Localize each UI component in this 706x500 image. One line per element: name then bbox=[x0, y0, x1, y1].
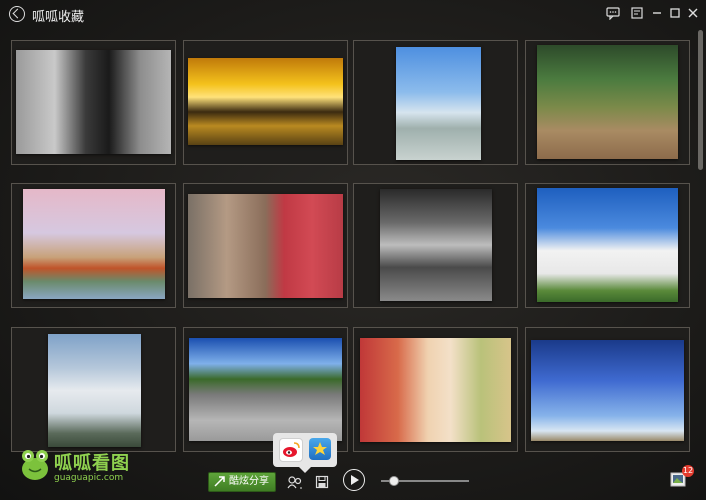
photo-tile[interactable] bbox=[183, 40, 348, 165]
people-icon[interactable] bbox=[287, 474, 302, 489]
photo-thumbnail bbox=[380, 189, 492, 301]
share-icon bbox=[214, 476, 225, 487]
photo-thumbnail bbox=[16, 50, 171, 154]
photo-tile[interactable] bbox=[353, 40, 518, 165]
photo-thumbnail bbox=[48, 334, 141, 447]
share-button-label: 酷炫分享 bbox=[229, 476, 269, 487]
photo-tile[interactable] bbox=[11, 327, 176, 452]
frog-icon bbox=[22, 450, 48, 480]
scrollbar[interactable] bbox=[698, 30, 703, 170]
photo-tile[interactable] bbox=[183, 183, 348, 308]
share-button[interactable]: 酷炫分享 bbox=[208, 472, 276, 492]
qzone-share-icon[interactable] bbox=[309, 438, 331, 460]
logo-text: 呱呱看图 bbox=[54, 453, 130, 474]
photo-thumbnail bbox=[396, 47, 481, 160]
photo-tile[interactable] bbox=[11, 40, 176, 165]
photo-thumbnail bbox=[531, 340, 684, 441]
photo-tile[interactable] bbox=[353, 327, 518, 452]
zoom-slider-handle[interactable] bbox=[389, 476, 399, 486]
share-popup bbox=[273, 433, 337, 473]
back-icon[interactable] bbox=[9, 6, 25, 22]
weibo-share-icon[interactable] bbox=[279, 438, 303, 462]
photo-tile[interactable] bbox=[353, 183, 518, 308]
photo-thumbnail bbox=[537, 188, 678, 302]
app-logo: 呱呱看图 guaguapic.com bbox=[20, 447, 150, 485]
title-bar: 呱呱收藏 bbox=[0, 0, 706, 28]
photo-thumbnail bbox=[188, 58, 343, 145]
save-icon[interactable] bbox=[315, 474, 329, 489]
play-slideshow-button[interactable] bbox=[343, 469, 365, 491]
photo-thumbnail bbox=[360, 338, 511, 442]
window-title: 呱呱收藏 bbox=[32, 10, 85, 25]
notification-badge: 12 bbox=[682, 465, 694, 477]
photo-thumbnail bbox=[23, 189, 165, 299]
close-icon[interactable] bbox=[686, 6, 700, 20]
photo-thumbnail bbox=[188, 194, 343, 298]
logo-url: guaguapic.com bbox=[54, 473, 124, 483]
photo-tile[interactable] bbox=[525, 327, 690, 452]
photo-tile[interactable] bbox=[525, 40, 690, 165]
photo-thumbnail bbox=[189, 338, 342, 441]
photo-thumbnail bbox=[537, 45, 678, 159]
photo-tile[interactable] bbox=[525, 183, 690, 308]
minimize-icon[interactable] bbox=[650, 6, 664, 20]
maximize-icon[interactable] bbox=[668, 6, 682, 20]
chat-icon[interactable] bbox=[606, 6, 620, 21]
photo-tile[interactable] bbox=[11, 183, 176, 308]
skin-icon[interactable] bbox=[630, 6, 644, 20]
